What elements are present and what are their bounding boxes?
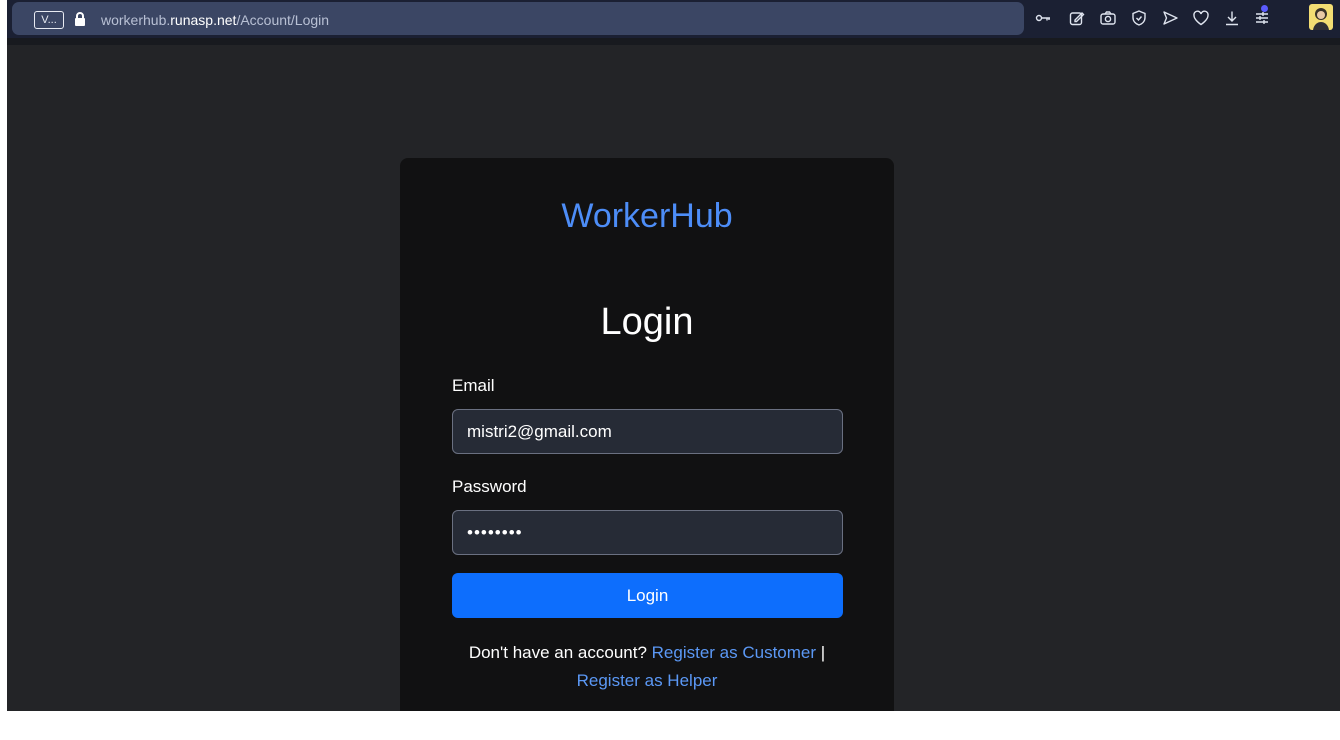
email-field[interactable]: mistri2@gmail.com (452, 409, 843, 454)
edit-icon[interactable] (1068, 9, 1086, 27)
register-prompt: Don't have an account? Register as Custo… (400, 639, 894, 695)
register-prompt-text: Don't have an account? (468, 643, 647, 662)
url-text[interactable]: workerhub.runasp.net/Account/Login (101, 12, 329, 28)
download-icon[interactable] (1223, 9, 1241, 27)
avatar[interactable] (1309, 4, 1333, 30)
shield-icon[interactable] (1130, 9, 1148, 27)
heart-icon[interactable] (1192, 9, 1210, 27)
register-separator: | (820, 643, 826, 662)
url-path: /Account/Login (236, 12, 330, 28)
tab-badge[interactable]: V... (34, 11, 64, 29)
send-icon[interactable] (1161, 9, 1179, 27)
page-title: Login (600, 301, 694, 343)
url-prefix: workerhub. (101, 12, 171, 28)
browser-toolbar: V... workerhub.runasp.net/Account/Login (7, 0, 1340, 38)
menu-icon[interactable] (1253, 9, 1271, 27)
brand-title: WorkerHub (561, 197, 733, 235)
url-domain: runasp.net (170, 12, 237, 28)
lock-icon (75, 12, 85, 26)
camera-icon[interactable] (1099, 9, 1117, 27)
password-label: Password (452, 477, 527, 496)
register-customer-link[interactable]: Register as Customer (652, 643, 816, 662)
register-helper-link[interactable]: Register as Helper (577, 671, 718, 690)
toolbar-shadow (7, 38, 1340, 45)
key-icon[interactable] (1034, 9, 1052, 27)
email-label: Email (452, 376, 495, 395)
login-button[interactable]: Login (452, 573, 843, 618)
address-bar[interactable]: V... workerhub.runasp.net/Account/Login (12, 2, 1024, 35)
password-field[interactable]: •••••••• (452, 510, 843, 555)
